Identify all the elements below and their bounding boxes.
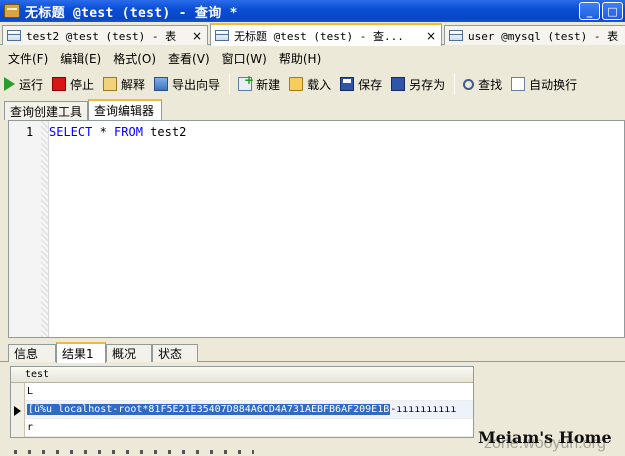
- menu-file[interactable]: 文件(F): [0, 50, 52, 67]
- run-label: 运行: [19, 77, 44, 92]
- folder-icon: [289, 77, 304, 91]
- close-icon[interactable]: ×: [192, 29, 202, 43]
- save-icon: [340, 77, 355, 91]
- table-icon: [7, 30, 21, 41]
- save-button[interactable]: 保存: [336, 72, 387, 96]
- load-button[interactable]: 载入: [285, 72, 336, 96]
- tab-query-builder[interactable]: 查询创建工具: [4, 101, 88, 120]
- sql-editor[interactable]: 1 SELECT * FROM test2: [8, 120, 625, 338]
- tab-label: 查询创建工具: [10, 104, 83, 119]
- table-row[interactable]: r: [25, 419, 473, 437]
- toolbar-separator: [229, 74, 231, 94]
- toolbar-separator: [454, 74, 456, 94]
- result-tabs: 信息 结果1 概况 状态: [0, 340, 625, 363]
- keyword-select: SELECT: [49, 125, 93, 139]
- save-label: 保存: [358, 77, 383, 92]
- app-icon: [4, 4, 20, 18]
- doc-tab-test2[interactable]: test2 @test (test) - 表 ×: [2, 25, 208, 45]
- new-button[interactable]: 新建: [234, 72, 285, 96]
- table-row[interactable]: [ü%u localhost-root*81F5E21E35407D884A6C…: [25, 401, 473, 419]
- tab-label: 信息: [14, 347, 39, 361]
- explain-icon: [103, 77, 118, 91]
- code-table: test2: [142, 125, 187, 139]
- menu-format[interactable]: 格式(O): [105, 50, 160, 67]
- menu-help[interactable]: 帮助(H): [271, 50, 325, 67]
- find-label: 查找: [478, 77, 503, 92]
- load-label: 载入: [307, 77, 332, 92]
- save-as-button[interactable]: 另存为: [387, 72, 450, 96]
- column-header-label: test: [25, 369, 50, 380]
- save-as-label: 另存为: [409, 77, 446, 92]
- menu-window[interactable]: 窗口(W): [214, 50, 271, 67]
- minimize-button[interactable]: _: [579, 2, 600, 20]
- explain-button[interactable]: 解释: [99, 72, 150, 96]
- column-header-test[interactable]: test: [11, 367, 473, 383]
- editor-tabs: 查询创建工具 查询编辑器: [0, 98, 625, 120]
- cell-value-overflow: -ıııııııııı: [390, 404, 457, 415]
- export-wizard-button[interactable]: 导出向导: [150, 72, 225, 96]
- cell-value[interactable]: L: [27, 386, 33, 397]
- doc-tab-label: test2 @test (test) - 表: [26, 29, 177, 43]
- line-gutter: 1: [9, 121, 49, 337]
- menu-edit[interactable]: 编辑(E): [52, 50, 105, 67]
- code-star: *: [92, 125, 115, 139]
- window-title: 无标题 @test (test) - 查询 *: [25, 5, 238, 21]
- cell-value[interactable]: r: [27, 422, 33, 433]
- toolbar: 运行 停止 解释 导出向导 新建 载入 保存 另存为 查找 自动换行: [0, 70, 625, 98]
- table-row[interactable]: L: [25, 383, 473, 401]
- table-icon: [449, 30, 463, 41]
- tab-result1[interactable]: 结果1: [56, 342, 106, 363]
- tab-query-editor[interactable]: 查询编辑器: [88, 99, 162, 120]
- tab-overview[interactable]: 概况: [106, 344, 152, 362]
- save-as-icon: [391, 77, 406, 91]
- run-icon: [4, 77, 15, 91]
- tab-info[interactable]: 信息: [8, 344, 56, 362]
- doc-tab-label: user @mysql (test) - 表: [468, 29, 619, 43]
- tab-label: 结果1: [62, 347, 94, 361]
- export-icon: [154, 77, 169, 91]
- tab-label: 状态: [158, 347, 183, 361]
- document-tabs: test2 @test (test) - 表 × 无标题 @test (test…: [0, 22, 625, 46]
- keyword-from: FROM: [114, 125, 143, 139]
- tab-label: 概况: [112, 347, 137, 361]
- fold-margin: [41, 121, 48, 337]
- search-icon: [463, 78, 475, 90]
- new-icon: [238, 73, 254, 91]
- status-strip: [0, 446, 470, 456]
- new-label: 新建: [256, 77, 281, 92]
- window-controls: _ □: [579, 2, 623, 20]
- doc-tab-label: 无标题 @test (test) - 查...: [234, 29, 404, 43]
- result-grid[interactable]: test L [ü%u localhost-root*81F5E21E35407…: [10, 366, 474, 438]
- menu-bar: 文件(F) 编辑(E) 格式(O) 查看(V) 窗口(W) 帮助(H): [0, 47, 625, 69]
- explain-label: 解释: [121, 77, 146, 92]
- tab-status[interactable]: 状态: [152, 344, 198, 362]
- find-button[interactable]: 查找: [459, 72, 507, 96]
- line-number: 1: [26, 125, 34, 139]
- menu-view[interactable]: 查看(V): [160, 50, 214, 67]
- close-icon[interactable]: ×: [426, 29, 436, 43]
- status-strip-content: [14, 450, 254, 454]
- stop-label: 停止: [70, 77, 95, 92]
- tab-label: 查询编辑器: [94, 104, 155, 118]
- watermark-home: Meiam's Home: [478, 428, 612, 447]
- sql-code-line[interactable]: SELECT * FROM test2: [49, 125, 186, 139]
- cell-value-selected[interactable]: [ü%u localhost-root*81F5E21E35407D884A6C…: [27, 404, 391, 415]
- stop-button[interactable]: 停止: [48, 72, 99, 96]
- doc-tab-user[interactable]: user @mysql (test) - 表: [444, 25, 625, 45]
- stop-icon: [52, 77, 67, 91]
- maximize-button[interactable]: □: [602, 2, 623, 20]
- title-bar: 无标题 @test (test) - 查询 * _ □: [0, 0, 625, 22]
- query-icon: [215, 30, 229, 41]
- auto-wrap-label: 自动换行: [529, 77, 578, 92]
- word-wrap-icon: [511, 77, 526, 91]
- auto-wrap-button[interactable]: 自动换行: [507, 72, 582, 96]
- run-button[interactable]: 运行: [0, 72, 48, 96]
- current-row-pointer-icon: [14, 406, 21, 416]
- doc-tab-untitled-query[interactable]: 无标题 @test (test) - 查... ×: [210, 23, 442, 46]
- export-label: 导出向导: [172, 77, 221, 92]
